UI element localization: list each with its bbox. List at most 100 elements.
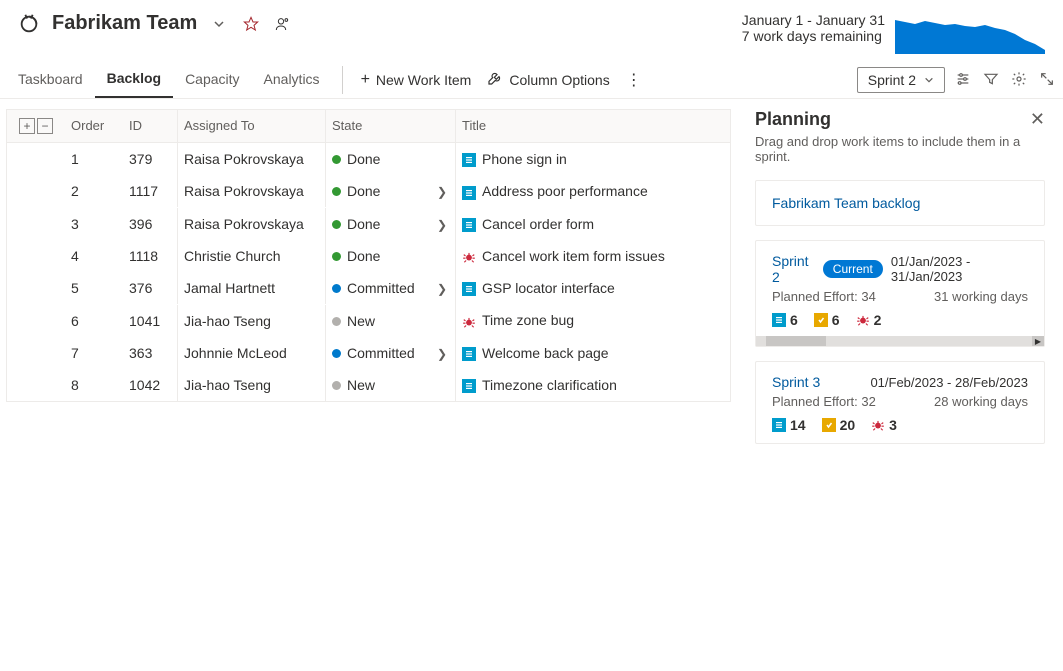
cell-title[interactable]: Time zone bug: [455, 304, 730, 336]
cell-state: New: [325, 369, 431, 401]
burndown-chart[interactable]: [895, 12, 1045, 54]
cell-title[interactable]: GSP locator interface: [455, 272, 730, 304]
sprint-card[interactable]: Sprint 301/Feb/2023 - 28/Feb/2023Planned…: [755, 361, 1045, 444]
divider: [342, 66, 343, 94]
close-planning-button[interactable]: ✕: [1030, 109, 1045, 130]
team-members-icon[interactable]: [273, 14, 293, 34]
col-assigned[interactable]: Assigned To: [177, 110, 325, 142]
expand-row-icon[interactable]: ❯: [437, 347, 447, 361]
tab-analytics[interactable]: Analytics: [252, 63, 332, 97]
days-remaining: 7 work days remaining: [742, 28, 885, 44]
cell-assigned: Jamal Hartnett: [177, 272, 325, 304]
cell-id: 1042: [123, 369, 177, 401]
cell-assigned: Jia-hao Tseng: [177, 305, 325, 337]
cell-title[interactable]: Cancel order form: [455, 208, 730, 240]
column-options-label: Column Options: [509, 72, 609, 88]
favorite-star-icon[interactable]: [241, 14, 261, 34]
backlog-link[interactable]: Fabrikam Team backlog: [772, 195, 920, 211]
sprint-selector-dropdown[interactable]: Sprint 2: [857, 67, 945, 93]
cell-state: New: [325, 305, 431, 337]
table-row[interactable]: 61041Jia-hao TsengNewTime zone bug: [7, 304, 730, 336]
team-name: Fabrikam Team: [52, 12, 197, 35]
planned-effort: Planned Effort: 32: [772, 394, 876, 409]
cell-order: 8: [65, 369, 123, 401]
table-row[interactable]: 7363Johnnie McLeodCommitted❯Welcome back…: [7, 337, 730, 369]
expand-row-icon[interactable]: ❯: [437, 218, 447, 232]
product-backlog-item-icon: [772, 313, 786, 327]
collapse-all-button[interactable]: −: [37, 118, 53, 134]
table-row[interactable]: 3396Raisa PokrovskayaDone❯Cancel order f…: [7, 208, 730, 240]
product-backlog-item-icon: [462, 153, 476, 167]
bug-icon: [871, 418, 885, 432]
expand-row-icon[interactable]: ❯: [437, 282, 447, 296]
wrench-icon: [487, 70, 503, 91]
column-options-button[interactable]: Column Options: [479, 64, 617, 97]
cell-order: 7: [65, 337, 123, 369]
sprint-selector-label: Sprint 2: [868, 72, 916, 88]
table-row[interactable]: 21117Raisa PokrovskayaDone ❯ Address poor …: [7, 175, 730, 207]
settings-sliders-icon[interactable]: [955, 71, 973, 90]
filter-icon[interactable]: [983, 71, 1001, 90]
scrollbar[interactable]: ▶: [756, 336, 1044, 346]
col-order[interactable]: Order: [65, 110, 123, 142]
new-work-item-label: New Work Item: [376, 72, 471, 88]
sprint-link[interactable]: Sprint 2: [772, 253, 815, 285]
cell-id: 379: [123, 143, 177, 175]
cell-state: Done: [325, 175, 431, 207]
cell-assigned: Jia-hao Tseng: [177, 369, 325, 401]
planning-title: Planning: [755, 109, 831, 130]
cell-title[interactable]: Timezone clarification: [455, 369, 730, 401]
sprint-link[interactable]: Sprint 3: [772, 374, 820, 390]
cell-id: 1118: [123, 240, 177, 272]
bug-icon: [856, 313, 870, 327]
cell-order: 2: [65, 175, 123, 207]
tab-taskboard[interactable]: Taskboard: [6, 63, 95, 97]
cell-order: 5: [65, 272, 123, 304]
planned-effort: Planned Effort: 34: [772, 289, 876, 304]
tab-capacity[interactable]: Capacity: [173, 63, 251, 97]
planning-subtitle: Drag and drop work items to include them…: [755, 134, 1045, 164]
sprint-dates: 01/Jan/2023 - 31/Jan/2023: [891, 254, 1028, 284]
cell-assigned: Raisa Pokrovskaya: [177, 175, 325, 207]
cell-id: 1117: [123, 175, 177, 207]
cell-title[interactable]: Phone sign in: [455, 143, 730, 175]
working-days: 28 working days: [934, 394, 1028, 409]
table-row[interactable]: 5376Jamal HartnettCommitted❯GSP locator …: [7, 272, 730, 304]
cell-title[interactable]: Welcome back page: [455, 337, 730, 369]
chevron-down-icon: [924, 75, 934, 85]
cell-title[interactable]: Cancel work item form issues: [455, 240, 730, 272]
cell-order: 4: [65, 240, 123, 272]
cell-state: Committed: [325, 272, 431, 304]
feature-count: 20: [822, 417, 856, 433]
expand-all-button[interactable]: +: [19, 118, 35, 134]
product-backlog-item-icon: [462, 347, 476, 361]
team-icon: [18, 13, 40, 35]
col-state[interactable]: State: [325, 110, 431, 142]
team-picker-chevron-icon[interactable]: [209, 14, 229, 34]
backlog-table: + − Order ID Assigned To State Title 137…: [6, 109, 731, 402]
plus-icon: +: [361, 71, 370, 89]
backlog-link-card[interactable]: Fabrikam Team backlog: [755, 180, 1045, 226]
bug-icon: [462, 315, 476, 329]
product-backlog-item-icon: [462, 218, 476, 232]
product-backlog-item-icon: [462, 186, 476, 200]
cell-id: 396: [123, 208, 177, 240]
tab-backlog[interactable]: Backlog: [95, 62, 173, 98]
cell-id: 363: [123, 337, 177, 369]
col-title[interactable]: Title: [455, 110, 730, 142]
cell-id: 1041: [123, 305, 177, 337]
more-actions-button[interactable]: ⋮: [618, 64, 650, 96]
feature-icon: [814, 313, 828, 327]
table-row[interactable]: 81042Jia-hao TsengNew Timezone clarificat…: [7, 369, 730, 401]
cell-state: Done: [325, 208, 431, 240]
gear-icon[interactable]: [1011, 71, 1029, 90]
table-row[interactable]: 41118Christie ChurchDoneCancel work item…: [7, 240, 730, 272]
fullscreen-icon[interactable]: [1039, 71, 1057, 90]
col-id[interactable]: ID: [123, 110, 177, 142]
sprint-card[interactable]: Sprint 2Current01/Jan/2023 - 31/Jan/2023…: [755, 240, 1045, 347]
bug-icon: [462, 250, 476, 264]
new-work-item-button[interactable]: + New Work Item: [353, 65, 480, 95]
cell-title[interactable]: Address poor performance: [455, 175, 730, 207]
table-row[interactable]: 1379Raisa PokrovskayaDonePhone sign in: [7, 143, 730, 175]
expand-row-icon[interactable]: ❯: [437, 185, 447, 199]
